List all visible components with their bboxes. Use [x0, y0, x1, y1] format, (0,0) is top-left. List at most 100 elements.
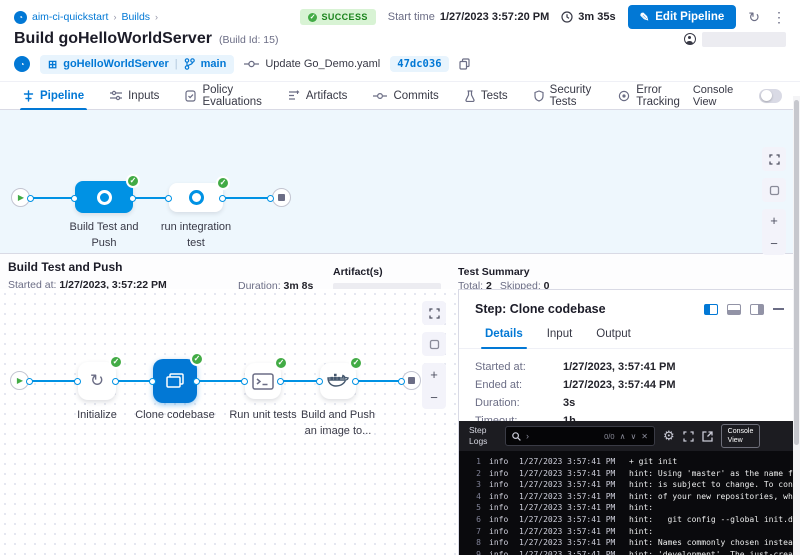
breadcrumb-builds[interactable]: Builds [121, 11, 150, 23]
detail-row: Duration:3s [475, 397, 784, 409]
artifacts-label: Artifact(s) [333, 266, 458, 278]
search-close-icon[interactable]: ✕ [641, 432, 648, 441]
detail-row: Started at:1/27/2023, 3:57:41 PM [475, 361, 784, 373]
stop-icon [408, 377, 415, 384]
step-node-initialize[interactable]: ↻ ✓ [78, 362, 116, 400]
step-tab-input[interactable]: Input [537, 326, 583, 348]
canvas-fit-button[interactable] [422, 332, 446, 356]
ci-stage-icon [97, 190, 112, 205]
step-node-run-unit-tests[interactable]: ✓ [245, 363, 281, 399]
log-search-input[interactable]: › [526, 431, 599, 441]
step-success-badge: ✓ [274, 356, 288, 370]
elapsed-duration: 3m 35s [561, 11, 615, 23]
log-line: 5info1/27/2023 3:57:41 PMhint: [469, 502, 800, 514]
stage-details-title: Build Test and Push [8, 260, 238, 274]
breadcrumb: ◔ aim-ci-quickstart › Builds › [14, 11, 158, 24]
step-ended-at: 1/27/2023, 3:57:44 PM [563, 379, 676, 391]
step-tab-output[interactable]: Output [586, 326, 641, 348]
step-node-clone-codebase[interactable]: ✓ [153, 359, 197, 403]
log-line: 3info1/27/2023 3:57:41 PMhint: is subjec… [469, 479, 800, 491]
clone-codebase-icon [164, 371, 186, 391]
build-id: (Build Id: 15) [219, 34, 279, 46]
search-match-counter: 0/0 [604, 432, 614, 441]
log-open-external-icon[interactable] [702, 431, 713, 442]
log-search-box[interactable]: › 0/0 ∧ ∨ ✕ [505, 426, 655, 446]
commits-icon [373, 91, 387, 101]
log-fullscreen-icon[interactable] [683, 431, 694, 442]
refresh-button[interactable]: ↻ [748, 10, 760, 24]
module-icon: ◔ [14, 11, 27, 24]
repo-branch-chip[interactable]: ⊞ goHelloWorldServer | main [40, 55, 234, 74]
breadcrumb-separator: › [113, 12, 116, 22]
stage-success-badge: ✓ [126, 174, 140, 188]
commit-hash[interactable]: 47dc036 [390, 56, 448, 72]
step-details-panel: Step: Clone codebase Details Input Outpu… [458, 289, 800, 555]
step-success-badge: ✓ [109, 355, 123, 369]
layout-right-view-icon[interactable] [750, 304, 764, 315]
stage-node-run-integration-test[interactable]: ✓ [169, 183, 223, 212]
canvas-fullscreen-button[interactable] [762, 147, 786, 171]
step-label[interactable]: Build and Push an image to... [283, 408, 393, 440]
tab-error-tracking[interactable]: Error Tracking [605, 82, 693, 109]
log-settings-gear-icon[interactable]: ⚙ [663, 428, 675, 444]
log-console: Step Logs › 0/0 ∧ ∨ ✕ ⚙ Console View 1in… [459, 421, 800, 555]
canvas-fullscreen-button[interactable] [422, 301, 446, 325]
pipeline-icon [23, 90, 34, 102]
tab-security-tests[interactable]: Security Tests [521, 82, 606, 109]
error-tracking-icon [618, 90, 630, 102]
log-output[interactable]: 1info1/27/2023 3:57:41 PM+ git init 2inf… [459, 451, 800, 555]
ci-module-icon: ◔ [14, 56, 30, 72]
stop-icon [278, 194, 285, 201]
stage-label[interactable]: run integration test [141, 220, 251, 252]
tab-artifacts[interactable]: Artifacts [275, 82, 361, 109]
step-node-build-and-push[interactable]: ✓ [320, 363, 356, 399]
tab-pipeline[interactable]: Pipeline [10, 82, 97, 109]
page-scrollbar[interactable] [793, 96, 800, 555]
search-prev-icon[interactable]: ∧ [620, 432, 626, 441]
layout-split-view-icon[interactable] [704, 304, 718, 315]
step-panel-title: Step: Clone codebase [475, 302, 606, 316]
canvas-zoom-in-button[interactable]: + [762, 209, 786, 232]
page-header: ◔ aim-ci-quickstart › Builds › ✓ SUCCESS… [0, 0, 800, 74]
tab-inputs[interactable]: Inputs [97, 82, 172, 109]
step-tab-details[interactable]: Details [475, 326, 533, 348]
pipeline-end-node [272, 188, 291, 207]
step-label[interactable]: Clone codebase [125, 408, 225, 424]
log-line: 2info1/27/2023 3:57:41 PMhint: Using 'ma… [469, 468, 800, 480]
canvas-zoom-out-button[interactable]: − [422, 386, 446, 409]
repository-icon: ⊞ [48, 58, 57, 71]
minimize-panel-icon[interactable] [773, 308, 784, 310]
canvas-zoom-out-button[interactable]: − [762, 232, 786, 255]
branch-icon [184, 58, 195, 70]
tab-commits[interactable]: Commits [360, 82, 451, 109]
console-view-button[interactable]: Console View [721, 424, 761, 448]
copy-icon[interactable] [459, 58, 470, 70]
detail-row: Ended at:1/27/2023, 3:57:44 PM [475, 379, 784, 391]
edit-pipeline-button[interactable]: ✎ Edit Pipeline [628, 5, 737, 29]
more-options-button[interactable]: ⋮ [772, 10, 786, 24]
scrollbar-thumb[interactable] [794, 100, 799, 445]
console-view-toggle[interactable] [759, 89, 782, 103]
canvas-zoom-in-button[interactable]: + [422, 363, 446, 386]
artifacts-icon [288, 90, 300, 101]
tab-policy-evaluations[interactable]: Policy Evaluations [172, 82, 274, 109]
user-icon [684, 33, 696, 45]
stage-success-badge: ✓ [216, 176, 230, 190]
layout-bottom-view-icon[interactable] [727, 304, 741, 315]
breadcrumb-project[interactable]: aim-ci-quickstart [32, 11, 108, 23]
execution-graph-canvas[interactable]: ▶ ↻ ✓ ✓ ✓ ✓ Initialize Clone codebase [0, 289, 458, 555]
docker-icon [326, 372, 350, 390]
status-badge: ✓ SUCCESS [300, 9, 375, 25]
commit-message[interactable]: Update Go_Demo.yaml [265, 58, 380, 70]
play-icon: ▶ [17, 377, 23, 385]
search-next-icon[interactable]: ∨ [630, 432, 636, 441]
tab-tests[interactable]: Tests [452, 82, 521, 109]
triggered-by-user [684, 32, 786, 47]
stage-node-build-test-push[interactable]: ✓ [75, 181, 133, 213]
pencil-icon: ✎ [640, 10, 650, 24]
shield-icon [534, 90, 544, 102]
breadcrumb-separator: › [155, 12, 158, 22]
canvas-fit-button[interactable] [762, 178, 786, 202]
user-name-redacted [702, 32, 786, 47]
stage-graph-canvas[interactable]: ▶ ✓ ✓ Build Test and Push run integratio… [0, 110, 800, 254]
